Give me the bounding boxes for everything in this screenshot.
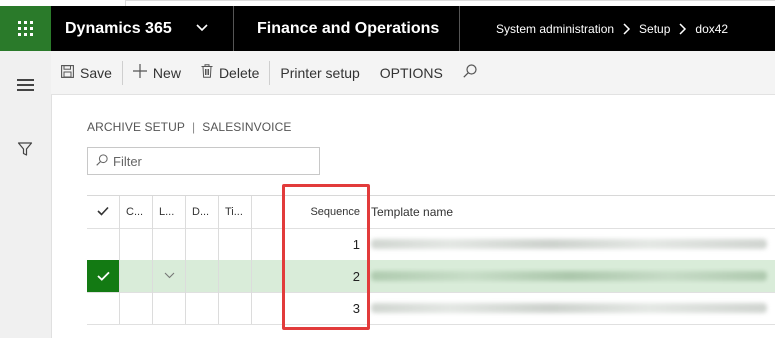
- breadcrumb-system-administration[interactable]: System administration: [496, 22, 614, 36]
- new-button[interactable]: New: [123, 51, 191, 94]
- search-icon: [463, 64, 483, 81]
- blurred-template-name: [371, 271, 767, 281]
- blurred-template-name: [371, 303, 767, 313]
- page-caption: ARCHIVE SETUP | SALESINVOICE: [87, 120, 291, 134]
- breadcrumb-setup[interactable]: Setup: [639, 22, 670, 36]
- navbar: Dynamics 365 Finance and Operations Syst…: [0, 6, 775, 51]
- table-row-selected[interactable]: 2: [87, 260, 775, 293]
- search-button[interactable]: [453, 51, 493, 94]
- caption-archive-setup: ARCHIVE SETUP: [87, 120, 185, 134]
- table-cell[interactable]: [186, 228, 219, 260]
- chevron-right-icon: [678, 22, 687, 35]
- hamburger-icon[interactable]: [17, 79, 34, 94]
- left-rail: [0, 51, 52, 338]
- column-header-d[interactable]: D...: [186, 196, 219, 228]
- search-icon: [88, 153, 113, 169]
- checkmark-icon: [97, 206, 109, 219]
- chevron-right-icon: [622, 22, 631, 35]
- save-button[interactable]: Save: [51, 51, 122, 94]
- template-name-cell[interactable]: [369, 260, 775, 292]
- save-label: Save: [80, 64, 112, 81]
- printer-setup-button[interactable]: Printer setup: [270, 51, 369, 94]
- table-row[interactable]: 3: [87, 292, 775, 325]
- table-cell[interactable]: [153, 292, 186, 324]
- table-cell[interactable]: [219, 228, 252, 260]
- new-label: New: [152, 64, 181, 81]
- nav-divider: [459, 6, 460, 51]
- waffle-icon[interactable]: [0, 6, 51, 51]
- select-all-checkbox[interactable]: [87, 196, 120, 228]
- app-title[interactable]: Dynamics 365: [65, 6, 172, 51]
- grid-header-row: C... L... D... Ti... Sequence Template n…: [87, 196, 775, 229]
- template-name-cell[interactable]: [369, 228, 775, 260]
- row-selector[interactable]: [87, 292, 120, 324]
- table-cell[interactable]: [120, 292, 153, 324]
- module-title[interactable]: Finance and Operations: [257, 6, 439, 51]
- filter-input[interactable]: Filter: [87, 147, 320, 175]
- row-selector[interactable]: [87, 260, 120, 292]
- table-row[interactable]: 1: [87, 228, 775, 261]
- filter-placeholder: Filter: [113, 153, 142, 169]
- template-name-cell[interactable]: [369, 292, 775, 324]
- data-grid: C... L... D... Ti... Sequence Template n…: [87, 195, 775, 327]
- chevron-down-icon[interactable]: [195, 21, 209, 40]
- delete-button[interactable]: Delete: [191, 51, 269, 94]
- action-pane: Save New Delete Printer setup OPTIONS: [51, 51, 775, 95]
- options-button[interactable]: OPTIONS: [370, 51, 453, 94]
- checkmark-icon: [87, 260, 119, 292]
- column-header-ti[interactable]: Ti...: [219, 196, 252, 228]
- table-cell[interactable]: [186, 292, 219, 324]
- caption-salesinvoice: SALESINVOICE: [202, 120, 292, 134]
- chevron-down-icon[interactable]: [164, 270, 175, 282]
- table-cell[interactable]: [120, 228, 153, 260]
- table-cell[interactable]: [219, 260, 252, 292]
- filter-icon[interactable]: [17, 141, 33, 162]
- table-cell[interactable]: [153, 228, 186, 260]
- delete-icon: [201, 64, 219, 81]
- row-selector[interactable]: [87, 228, 120, 260]
- table-cell[interactable]: [186, 260, 219, 292]
- column-header-template-name[interactable]: Template name: [369, 196, 775, 228]
- column-header-l[interactable]: L...: [153, 196, 186, 228]
- plus-icon: [132, 64, 153, 81]
- column-header-c[interactable]: C...: [120, 196, 153, 228]
- save-icon: [61, 64, 80, 81]
- blurred-template-name: [371, 239, 767, 249]
- breadcrumb: System administration Setup dox42: [496, 6, 728, 51]
- dropdown-cell[interactable]: [153, 260, 186, 292]
- nav-divider: [233, 6, 234, 51]
- delete-label: Delete: [218, 64, 260, 81]
- table-cell[interactable]: [120, 260, 153, 292]
- caption-separator: |: [192, 120, 196, 134]
- sequence-column-highlight: [282, 184, 370, 330]
- breadcrumb-dox42[interactable]: dox42: [695, 22, 728, 36]
- table-cell[interactable]: [219, 292, 252, 324]
